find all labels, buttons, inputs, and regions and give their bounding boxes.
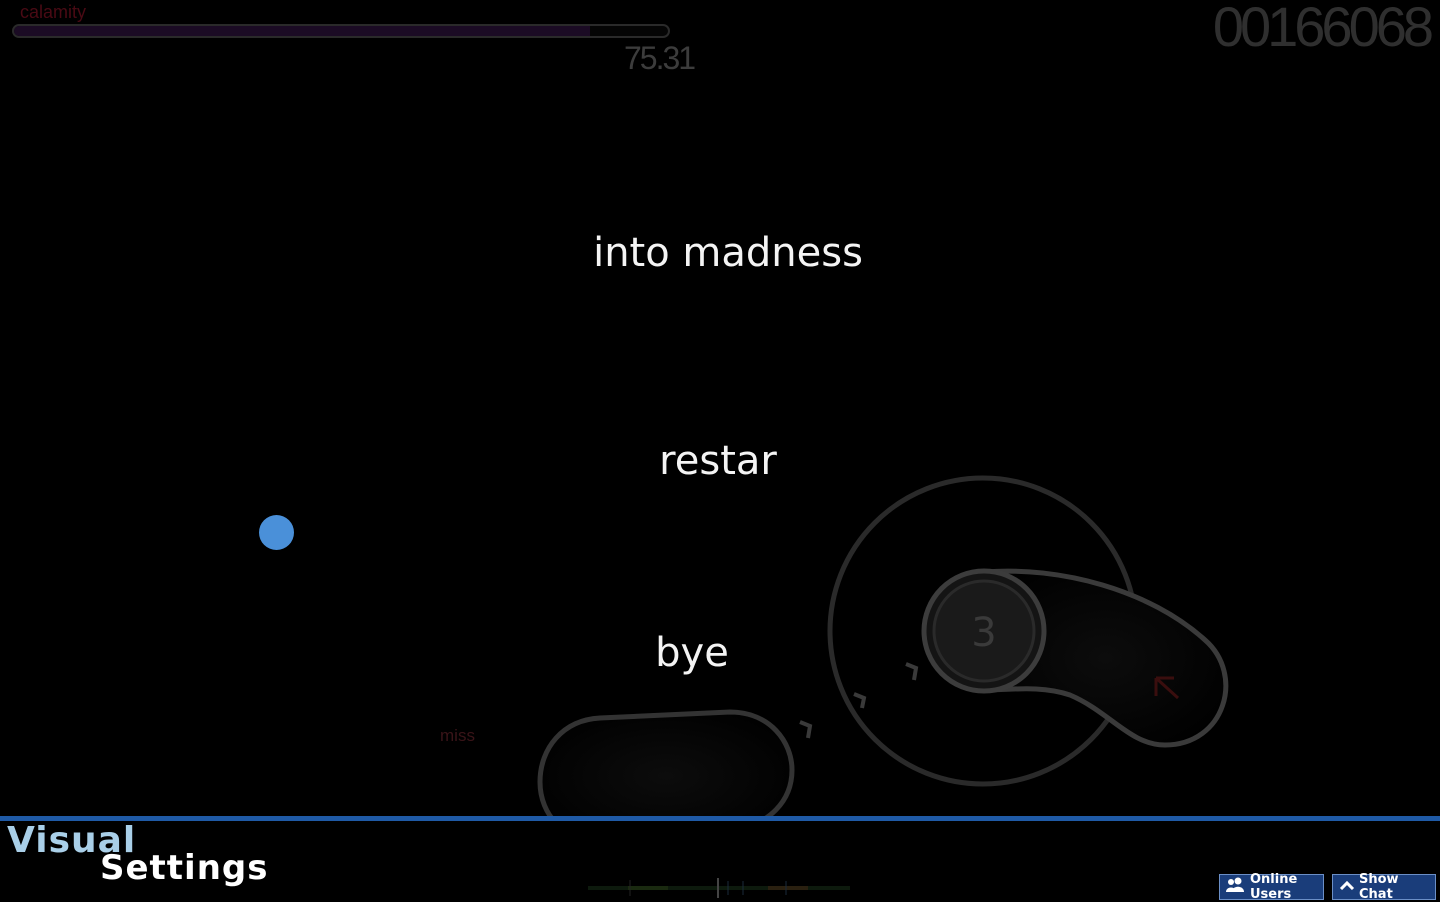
screen-title-line-2: Settings bbox=[100, 848, 269, 888]
follow-point bbox=[905, 662, 919, 681]
option-restart[interactable]: restar bbox=[659, 438, 777, 484]
show-chat-label: Show Chat bbox=[1359, 872, 1399, 902]
online-users-label: Online Users bbox=[1250, 872, 1298, 902]
combo-number: 3 bbox=[971, 610, 996, 656]
option-into-madness[interactable]: into madness bbox=[593, 230, 863, 276]
follow-point bbox=[799, 720, 813, 739]
judgement-miss-text: miss bbox=[440, 726, 475, 745]
chevron-up-icon bbox=[1339, 879, 1355, 895]
online-users-button[interactable]: Online Users bbox=[1219, 872, 1324, 902]
show-chat-button[interactable]: Show Chat bbox=[1332, 872, 1436, 902]
users-icon bbox=[1226, 877, 1246, 897]
follow-point bbox=[853, 692, 867, 709]
option-bye[interactable]: bye bbox=[655, 630, 729, 676]
cursor bbox=[259, 515, 294, 550]
hit-error-meter bbox=[588, 878, 850, 898]
